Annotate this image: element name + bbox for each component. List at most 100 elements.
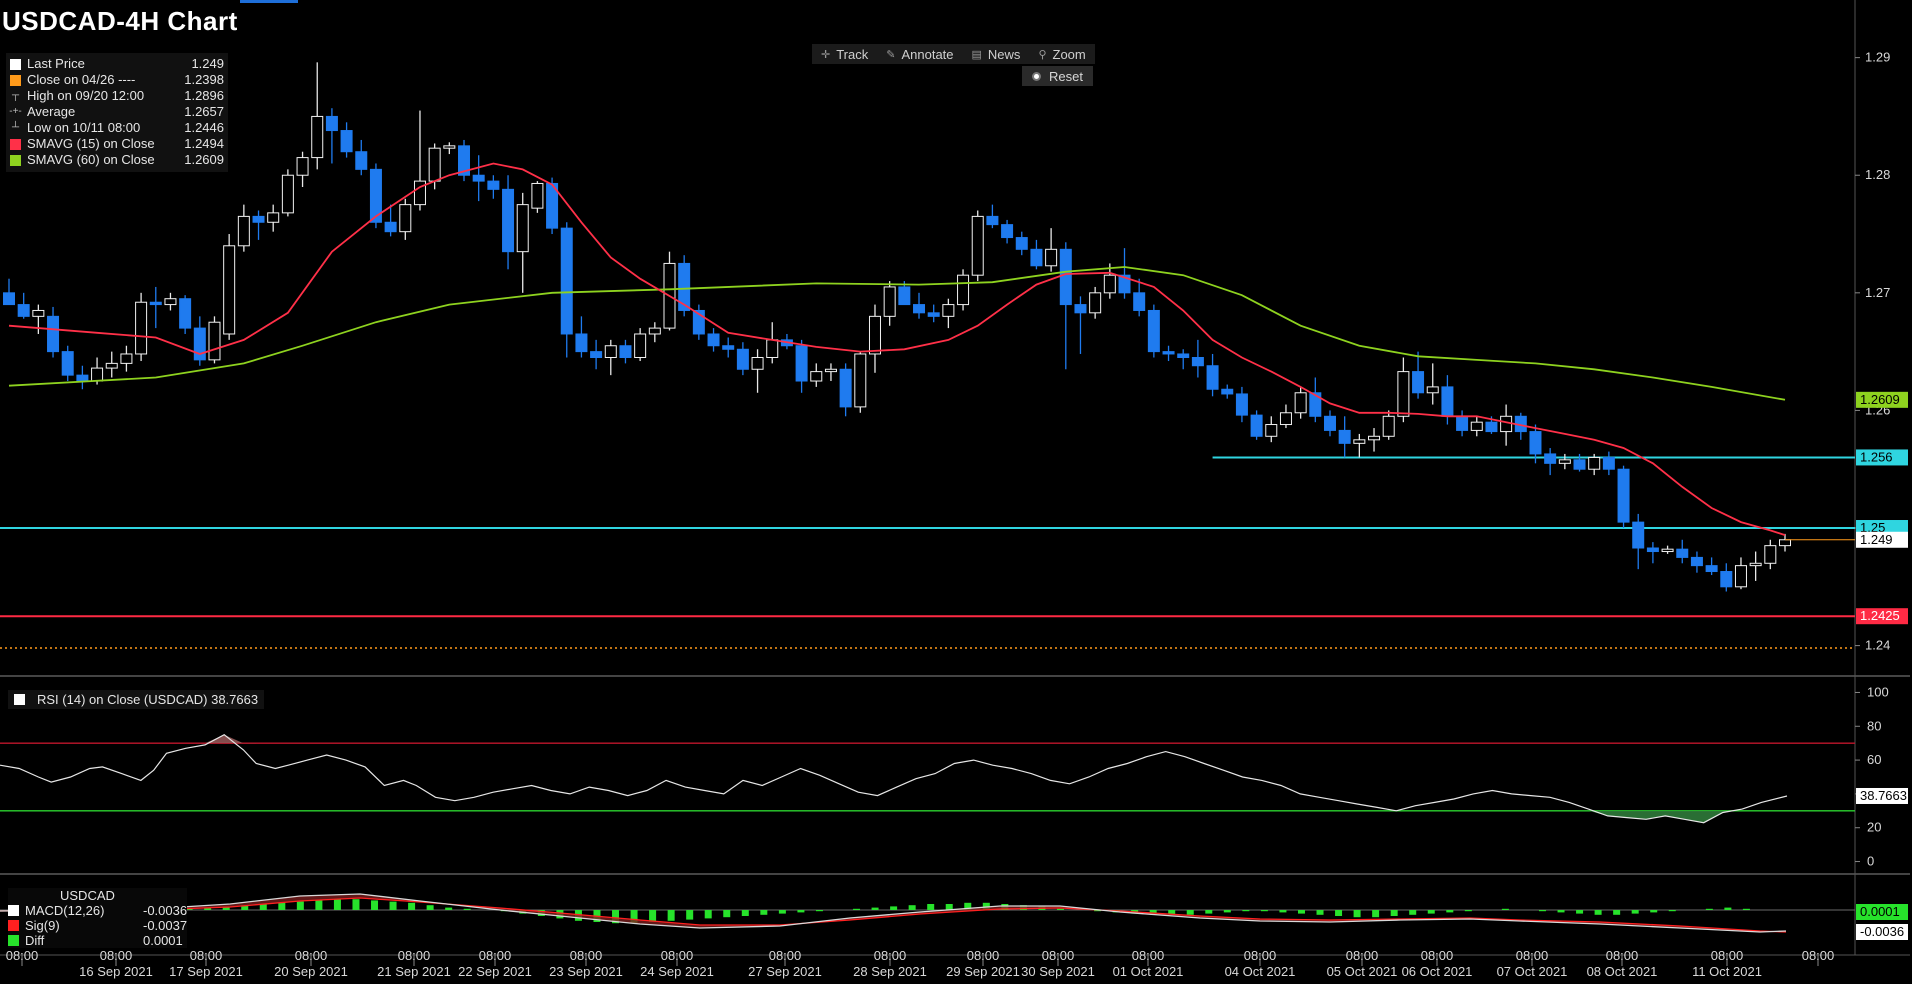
candle	[986, 204, 999, 229]
candle	[1749, 551, 1762, 581]
candle-body	[1162, 351, 1175, 355]
candle-body	[766, 339, 779, 359]
candle-body	[1749, 562, 1762, 567]
candle	[1632, 513, 1645, 570]
candle	[193, 316, 206, 366]
candle	[1338, 416, 1351, 458]
candle	[1617, 465, 1630, 529]
candle-body	[1544, 453, 1557, 464]
macd-histogram-bar	[371, 900, 379, 910]
x-tick-time: 08:00	[295, 948, 328, 963]
legend-swatch	[8, 935, 19, 946]
high-marker-icon: ┬	[11, 90, 20, 101]
macd-histogram-bar	[1335, 910, 1343, 916]
macd-histogram-bar	[704, 910, 712, 919]
macd-histogram-bar	[408, 902, 416, 910]
candle-body	[1368, 435, 1381, 441]
candle-body	[1089, 292, 1102, 314]
macd-histogram-bar	[1353, 910, 1361, 918]
x-tick-time: 08:00	[100, 948, 133, 963]
macd-value-tag: -0.0036	[1856, 924, 1908, 940]
candle-body	[1558, 459, 1571, 464]
macd-histogram-bar	[1631, 910, 1639, 914]
candle-body	[1632, 521, 1645, 549]
candle	[927, 304, 940, 323]
candle	[1676, 539, 1689, 564]
candle	[1001, 219, 1014, 244]
candle	[1456, 410, 1469, 437]
candle-body	[1470, 421, 1483, 431]
x-tick-time: 08:00	[1244, 948, 1277, 963]
candle	[692, 304, 705, 340]
rsi-swatch	[14, 694, 25, 705]
candle	[1558, 453, 1571, 470]
macd-histogram-bar	[797, 910, 805, 913]
candle-body	[61, 351, 74, 376]
price-legend: Last Price 1.249 Close on 04/26 ---- 1.2398…	[6, 53, 228, 172]
candle	[1368, 428, 1381, 452]
candle-body	[751, 357, 764, 370]
candle	[722, 337, 735, 358]
candle-body	[634, 333, 647, 358]
candle-body	[179, 298, 192, 329]
candle-body	[736, 348, 749, 370]
candle	[839, 363, 852, 417]
candle	[17, 292, 30, 319]
candle	[1764, 539, 1777, 570]
legend-value: 1.2446	[184, 120, 224, 135]
rsi-legend-text: RSI (14) on Close (USDCAD) 38.7663	[37, 692, 259, 707]
legend-value: 1.2657	[184, 104, 224, 119]
candle-body	[707, 333, 720, 347]
candle-body	[1485, 421, 1498, 433]
candle-body	[1382, 415, 1395, 437]
x-tick-date: 11 Oct 2021	[1692, 964, 1762, 979]
legend-row: -+- Average 1.2657	[9, 104, 224, 120]
candle	[1191, 339, 1204, 378]
x-tick-date: 07 Oct 2021	[1497, 964, 1568, 979]
chart-canvas[interactable]: 1.241.251.261.271.281.291.26091.2561.251…	[0, 0, 1912, 984]
candle-body	[1030, 248, 1043, 267]
candle-body	[883, 286, 896, 317]
candle	[32, 304, 45, 334]
candle-body	[1294, 392, 1307, 414]
legend-swatch	[8, 920, 19, 931]
x-tick-date: 23 Sep 2021	[549, 964, 623, 979]
legend-swatch	[10, 154, 21, 166]
macd-legend-row: MACD(12,26) -0.0036	[8, 903, 187, 918]
macd-histogram-bar	[927, 904, 935, 910]
rsi-y-tick-label: 60	[1867, 752, 1881, 767]
candle-body	[1412, 371, 1425, 394]
candle-body	[1734, 565, 1747, 588]
candle	[883, 281, 896, 326]
candle	[1661, 545, 1674, 554]
candle-body	[487, 180, 500, 190]
x-tick-time: 08:00	[769, 948, 802, 963]
x-tick-time: 08:00	[874, 948, 907, 963]
candle-body	[898, 286, 911, 306]
candle-body	[120, 353, 133, 364]
candle-body	[91, 367, 104, 382]
legend-row: ┬ High on 09/20 12:00 1.2896	[10, 88, 224, 104]
legend-row: ┴ Low on 10/11 08:00 1.2446	[10, 120, 224, 136]
x-tick-time: 08:00	[1042, 948, 1075, 963]
candle-body	[868, 315, 881, 355]
candle	[1323, 410, 1336, 437]
candle-body	[1221, 388, 1234, 395]
x-tick-date: 27 Sep 2021	[748, 964, 822, 979]
y-tick-label: 1.27	[1865, 285, 1890, 300]
candle-body	[1015, 237, 1028, 250]
candle-body	[648, 327, 661, 335]
candle-body	[1397, 371, 1410, 417]
x-tick-time: 08:00	[1421, 948, 1454, 963]
x-tick-time: 08:00	[1346, 948, 1379, 963]
candle	[1602, 451, 1615, 476]
macd-legend-value: -0.0037	[143, 918, 188, 933]
candle-body	[223, 245, 236, 335]
candle	[1412, 351, 1425, 399]
candle	[296, 151, 309, 187]
macd-histogram-bar	[1742, 908, 1750, 910]
macd-line	[0, 893, 1787, 933]
rsi-line	[0, 733, 1788, 824]
candle-body	[604, 345, 617, 359]
macd-diff-tag: 0.0001	[1856, 904, 1908, 920]
